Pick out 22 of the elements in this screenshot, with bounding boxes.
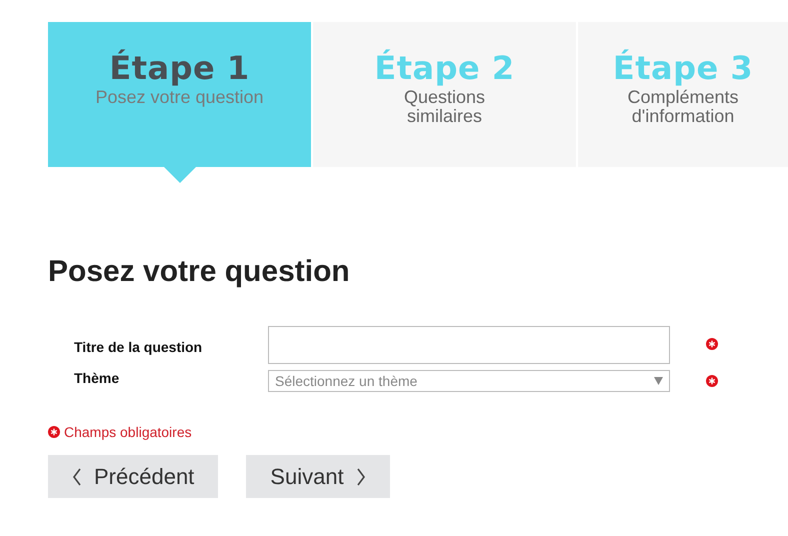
select-field[interactable]: Sélectionnez un thème: [268, 370, 670, 392]
step-title: Étape 1: [109, 50, 250, 86]
field-label: Titre de la question: [74, 338, 204, 355]
next-button[interactable]: Suivant: [246, 455, 390, 498]
chevron-left-icon: [72, 468, 82, 486]
step-tab[interactable]: Étape 2 Questions similaires: [313, 22, 576, 167]
pointer-icon: [164, 167, 196, 183]
legend-text: Champs obligatoires: [64, 424, 192, 440]
step-subtitle: Compléments d'information: [626, 88, 740, 126]
required-icon: [48, 426, 60, 438]
step-title: Étape 3: [612, 50, 754, 86]
step-subtitle: Posez votre question: [95, 88, 264, 107]
step-tab[interactable]: Étape 3 Compléments d'information: [578, 22, 788, 167]
chevron-right-icon: [356, 468, 366, 486]
page-heading: Posez votre question: [48, 255, 351, 289]
step-title: Étape 2: [374, 50, 515, 86]
dropdown-icon: [654, 377, 663, 385]
field-label: Thème: [74, 370, 120, 386]
placeholder-text: Sélectionnez un thème: [275, 373, 418, 389]
step-subtitle: Questions similaires: [402, 88, 486, 126]
input-field[interactable]: [268, 326, 670, 364]
previous-button[interactable]: Précédent: [48, 455, 218, 498]
